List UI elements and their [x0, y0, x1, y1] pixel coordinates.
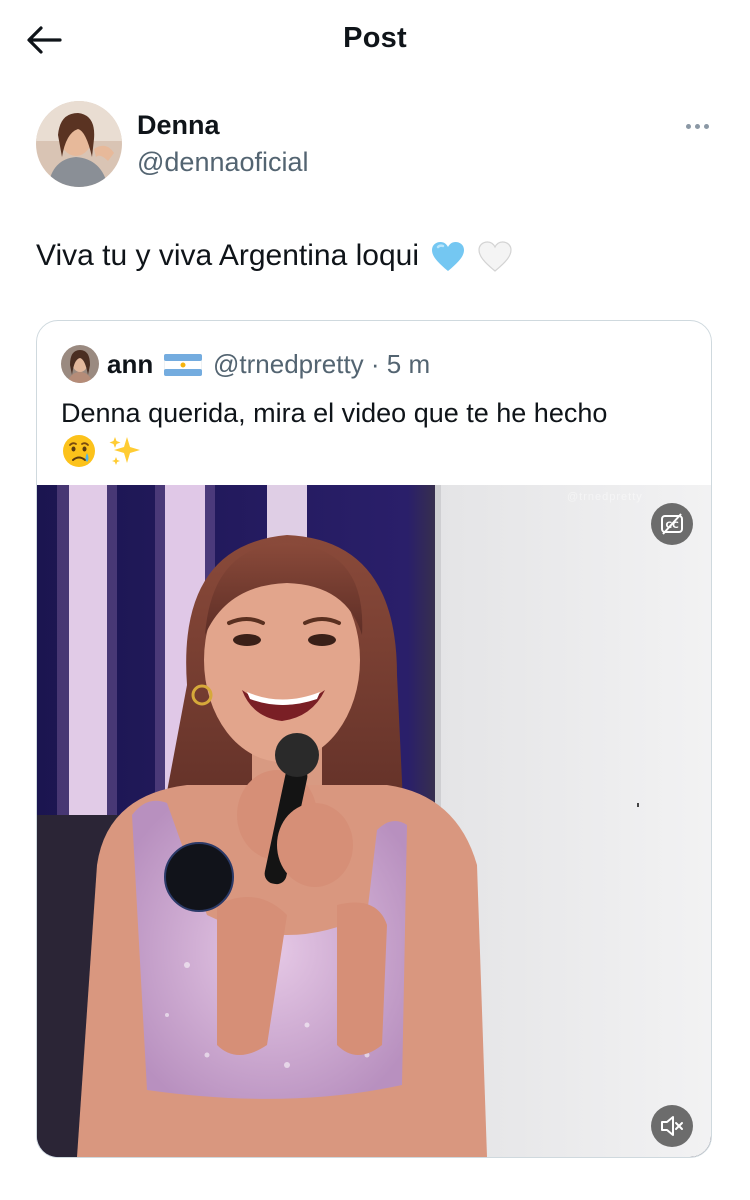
tweet-text-content: Viva tu y viva Argentina loqui	[36, 239, 420, 272]
captions-button[interactable]: CC	[651, 503, 693, 545]
page-title: Post	[343, 22, 407, 54]
quoted-post-text: Denna querida, mira el video que te he h…	[61, 398, 608, 428]
sparkles-icon	[109, 437, 140, 465]
light-blue-heart-icon	[432, 242, 465, 272]
quoted-post-card[interactable]: ann @trnedpretty · 5 m Denna querida, mi…	[36, 320, 712, 1158]
top-bar: Post	[0, 0, 750, 80]
more-horizontal-icon	[685, 123, 691, 129]
speaker-muted-icon	[661, 1116, 683, 1136]
quoted-handle-and-time: @trnedpretty · 5 m	[213, 349, 431, 379]
mute-button[interactable]	[651, 1105, 693, 1147]
crying-face-icon	[63, 435, 95, 467]
white-heart-icon	[478, 241, 512, 272]
closed-captions-off-icon: CC	[661, 513, 683, 535]
author-handle[interactable]: @dennaoficial	[137, 147, 309, 178]
argentina-flag-icon	[164, 354, 202, 376]
tweet-text: Viva tu y viva Argentina loqui	[36, 236, 512, 276]
quoted-author-name: ann	[107, 349, 154, 379]
quoted-author-avatar	[61, 345, 99, 383]
quoted-emoji-row	[61, 433, 143, 469]
author-avatar[interactable]	[36, 101, 122, 187]
video-player[interactable]: @trnedpretty CC	[37, 485, 711, 1157]
video-frame	[37, 485, 711, 1157]
author-name[interactable]: Denna	[137, 110, 220, 141]
more-options-button[interactable]	[680, 112, 714, 140]
video-watermark: @trnedpretty	[567, 491, 643, 503]
